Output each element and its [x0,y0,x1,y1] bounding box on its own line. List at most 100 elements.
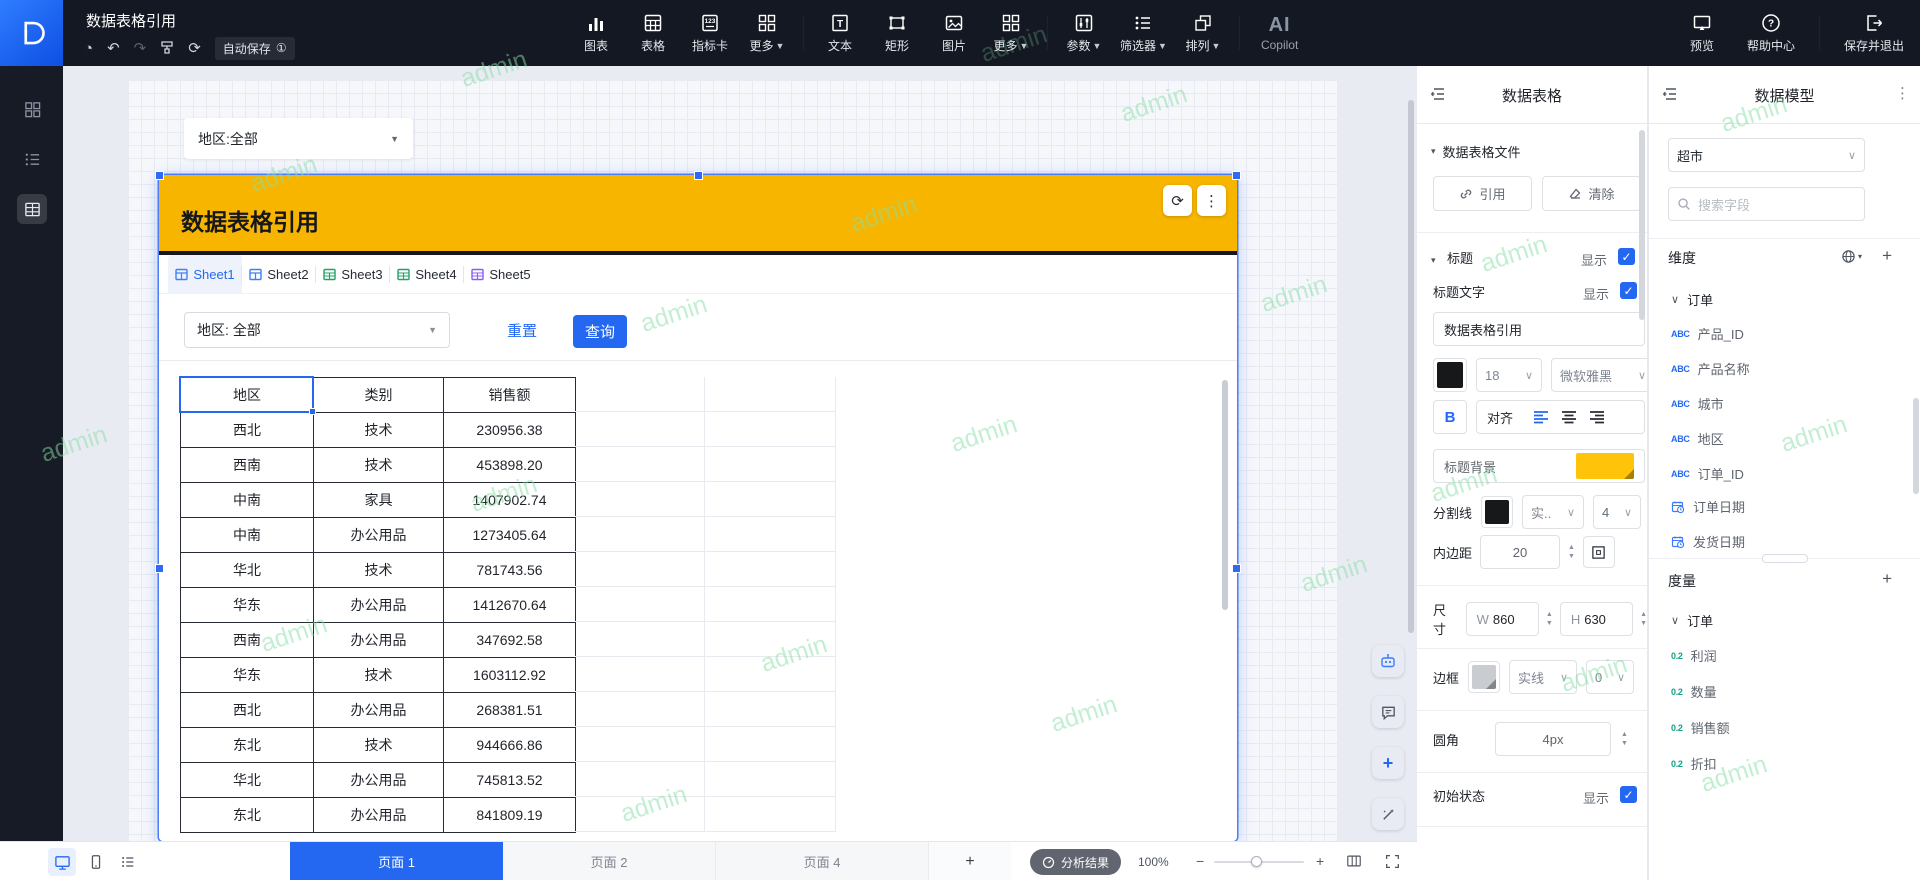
column-header[interactable]: 类别 [314,378,444,413]
search-field-input[interactable]: 搜索字段 [1668,187,1865,221]
widget-region-select[interactable]: 地区: 全部 ▼ [184,312,450,348]
refresh-icon[interactable]: ⟳ [188,41,201,56]
widget-scrollbar[interactable] [1222,380,1228,610]
tool-table[interactable]: 表格 [632,12,674,54]
font-family-select[interactable]: 微软雅黑∨ [1551,358,1655,392]
layout-columns-button[interactable] [1340,847,1368,875]
field-item[interactable]: 0.2折扣 [1671,754,1717,773]
radius-input[interactable]: 4px [1495,722,1611,756]
clear-button[interactable]: 清除 [1542,176,1641,211]
tab-sheet2[interactable]: Sheet2 [242,255,316,293]
zoom-out-button[interactable]: − [1196,854,1204,868]
field-item[interactable]: ABC产品名称 [1671,359,1750,378]
title-text-input[interactable]: 数据表格引用 [1433,312,1645,346]
model-panel-scrollbar[interactable] [1913,398,1919,494]
field-item[interactable]: ABC产品_ID [1671,324,1744,343]
resize-handle-top-right[interactable] [1232,171,1241,180]
field-item[interactable]: ABC地区 [1671,429,1724,448]
query-button[interactable]: 查询 [573,315,627,348]
sidebar-item-data-table[interactable] [17,194,47,224]
file-section-header[interactable]: ▾ 数据表格文件 [1431,142,1521,161]
design-canvas[interactable]: 地区:全部 ▼ 数据表格引用 ⟳ ⋮ Sheet1 Sheet2 [63,66,1417,841]
bold-button[interactable]: B [1433,400,1467,434]
desktop-view-button[interactable] [48,848,76,876]
column-header[interactable]: 销售额 [444,378,576,413]
dataset-select[interactable]: 超市 ∨ [1668,138,1865,172]
analysis-result-button[interactable]: 分析结果 [1030,849,1121,875]
field-item[interactable]: 订单日期 [1671,497,1745,516]
tool-filter[interactable]: 筛选器▼ [1120,12,1167,54]
field-item[interactable]: 0.2数量 [1671,682,1717,701]
divider-style-select[interactable]: 实..∨ [1522,495,1584,529]
help-center-button[interactable]: ? 帮助中心 [1747,12,1795,54]
globe-filter-button[interactable]: ▾ [1841,249,1862,264]
dimension-group-row[interactable]: ∨ 订单 [1671,290,1713,309]
border-style-select[interactable]: 实线∨ [1509,660,1577,694]
width-input[interactable]: W 860 [1466,602,1539,636]
field-item[interactable]: ABC城市 [1671,394,1724,413]
mobile-view-button[interactable] [82,848,110,876]
resize-handle-top-left[interactable] [155,171,164,180]
data-table-widget[interactable]: 数据表格引用 ⟳ ⋮ Sheet1 Sheet2 Sheet3 [159,175,1237,841]
title-color-swatch[interactable] [1433,358,1467,392]
tool-image[interactable]: 图片 [933,12,975,54]
title-show-checkbox[interactable]: ✓ [1618,248,1635,265]
canvas-vertical-scrollbar[interactable] [1408,100,1414,633]
border-width-select[interactable]: 0∨ [1586,660,1634,694]
kebab-icon[interactable]: ⋮ [1895,84,1910,102]
canvas-region-filter[interactable]: 地区:全部 ▼ [184,118,413,159]
tool-copilot[interactable]: AI Copilot [1261,14,1298,52]
add-component-button[interactable]: + [1372,747,1404,779]
border-color-swatch[interactable] [1468,661,1500,693]
field-item[interactable]: 0.2销售额 [1671,718,1730,737]
format-painter-icon[interactable] [160,40,174,57]
style-panel-scrollbar[interactable] [1639,130,1645,320]
initial-state-checkbox[interactable]: ✓ [1620,786,1637,803]
align-center-icon[interactable] [1561,410,1577,424]
width-stepper[interactable]: ▲▼ [1546,611,1553,627]
tool-chart[interactable]: 图表 [575,12,617,54]
comment-button[interactable] [1372,696,1404,728]
sidebar-item-outline[interactable] [17,144,47,174]
page-tab-2[interactable]: 页面 2 [503,842,716,880]
ai-assistant-button[interactable] [1372,645,1404,677]
tool-indicator-card[interactable]: 123 指标卡 [689,12,731,54]
padding-stepper[interactable]: ▲▼ [1568,544,1575,560]
widget-refresh-button[interactable]: ⟳ [1163,185,1192,216]
undo-icon[interactable]: ↶ [107,41,120,56]
height-stepper[interactable]: ▲▼ [1640,611,1647,627]
divider-color-swatch[interactable] [1481,496,1513,528]
resize-handle-mid-left[interactable] [155,564,164,573]
page-list-button[interactable] [114,848,142,876]
tool-arrange[interactable]: 排列▼ [1182,12,1224,54]
title-bg-color-swatch[interactable] [1576,453,1634,479]
tab-sheet4[interactable]: Sheet4 [390,255,464,293]
resize-handle-top-center[interactable] [694,171,703,180]
fullscreen-button[interactable] [1378,847,1406,875]
tool-parameter[interactable]: 参数▼ [1063,12,1105,54]
padding-input[interactable]: 20 [1480,535,1560,569]
add-page-button[interactable]: + [929,842,1011,880]
add-dimension-button[interactable]: + [1882,246,1892,266]
redo-icon[interactable]: ↷ [134,41,147,56]
column-header[interactable]: 地区 [181,378,314,413]
measure-group-row[interactable]: ∨ 订单 [1671,611,1713,630]
preview-button[interactable]: 预览 [1681,12,1723,54]
title-text-show-checkbox[interactable]: ✓ [1620,282,1637,299]
font-size-select[interactable]: 18∨ [1476,358,1542,392]
height-input[interactable]: H 630 [1560,602,1633,636]
magic-wand-button[interactable] [1372,798,1404,830]
tool-text[interactable]: T 文本 [819,12,861,54]
page-tab-1[interactable]: 页面 1 [290,842,503,880]
field-item[interactable]: 发货日期 [1671,532,1745,551]
tab-sheet1[interactable]: Sheet1 [168,255,242,293]
widget-menu-button[interactable]: ⋮ [1197,185,1226,216]
reference-button[interactable]: 引用 [1433,176,1532,211]
resize-handle-mid-right[interactable] [1232,564,1241,573]
zoom-in-button[interactable]: + [1316,854,1324,868]
section-caret-icon[interactable]: ▾ [1431,255,1436,265]
radius-stepper[interactable]: ▲▼ [1621,731,1628,747]
tab-sheet3[interactable]: Sheet3 [316,255,390,293]
field-item[interactable]: 0.2利润 [1671,646,1717,665]
reset-button[interactable]: 重置 [507,320,537,341]
